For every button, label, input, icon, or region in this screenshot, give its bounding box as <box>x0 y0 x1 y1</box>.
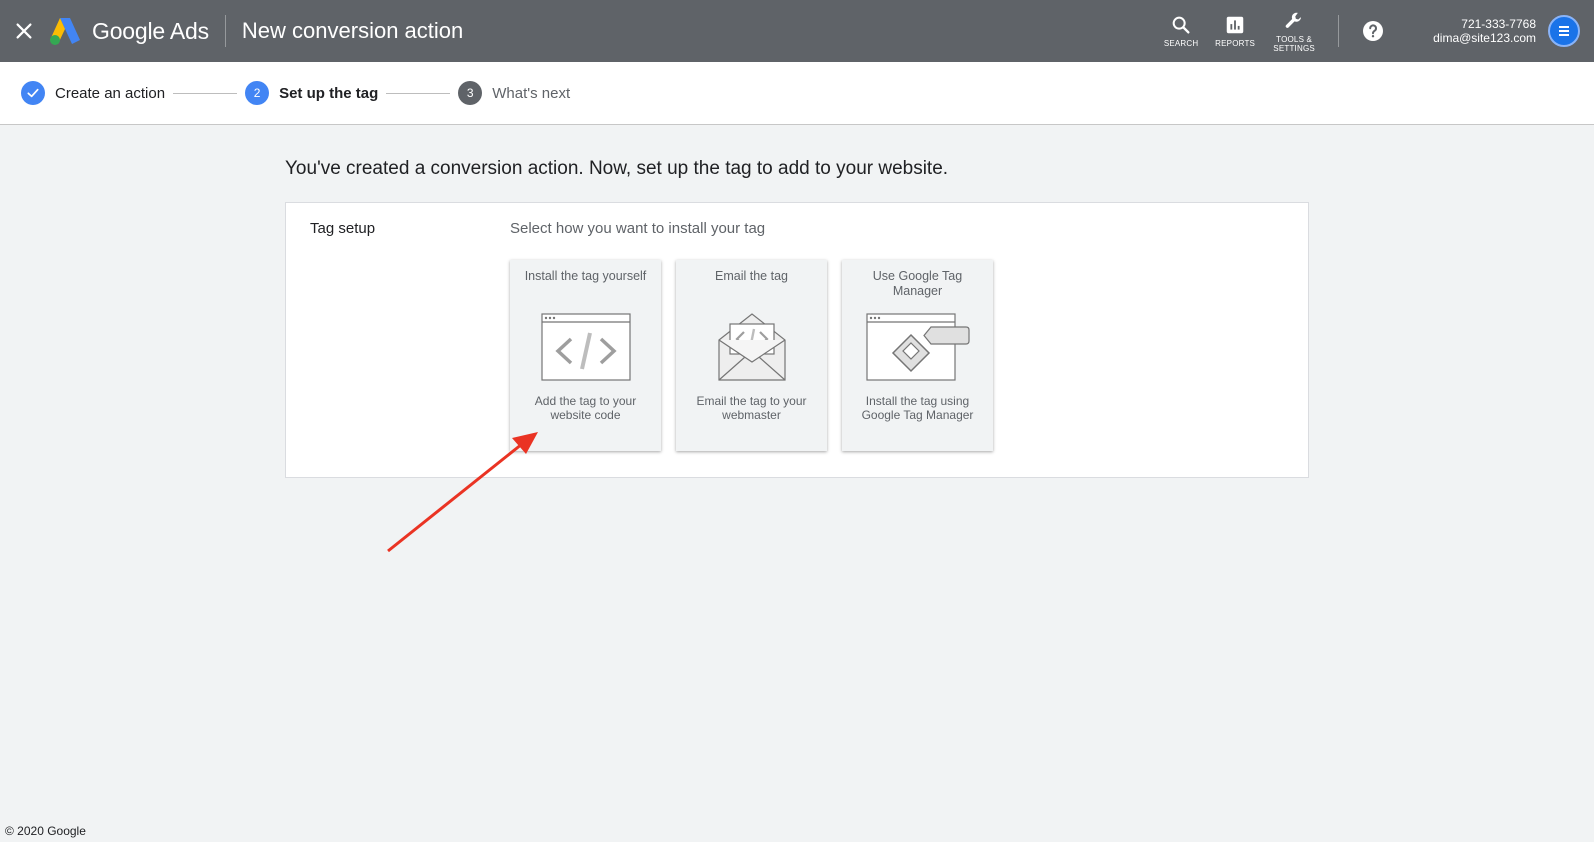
header-actions: SEARCH REPORTS TOOLS & SETTINGS 721-333-… <box>1154 0 1594 62</box>
reports-icon <box>1226 16 1244 34</box>
help-button[interactable] <box>1353 0 1393 62</box>
code-window-icon <box>540 313 631 381</box>
top-bar: Google Ads New conversion action SEARCH … <box>0 0 1594 62</box>
check-icon <box>21 81 45 105</box>
card-title: Use Google Tag Manager <box>872 269 963 298</box>
step-number: 2 <box>245 81 270 105</box>
search-button[interactable]: SEARCH <box>1154 0 1208 62</box>
install-options: Install the tag yourself Add the tag to … <box>510 260 1008 451</box>
tag-manager-card[interactable]: Use Google Tag Manager Install the tag u… <box>842 260 993 451</box>
avatar[interactable] <box>1548 15 1580 47</box>
card-description: Install the tag using Google Tag Manager <box>861 394 974 422</box>
email-tag-card[interactable]: Email the tag Email the tag to your webm… <box>676 260 827 451</box>
brand-name: Google Ads <box>92 17 209 44</box>
card-title: Install the tag yourself <box>524 269 647 283</box>
tools-settings-button[interactable]: TOOLS & SETTINGS <box>1262 0 1326 62</box>
step-whats-next[interactable]: 3 What's next <box>458 81 570 105</box>
close-icon <box>16 23 32 39</box>
card-description: Email the tag to your webmaster <box>696 394 807 422</box>
account-email: dima@site123.com <box>1433 31 1536 45</box>
help-icon <box>1363 21 1384 41</box>
stepper: Create an action 2 Set up the tag 3 What… <box>0 62 1594 125</box>
header-divider <box>224 15 226 47</box>
step-create-action[interactable]: Create an action <box>21 81 165 105</box>
google-ads-logo-icon <box>50 18 80 45</box>
card-title: Email the tag <box>715 269 788 283</box>
tag-setup-label: Tag setup <box>310 220 376 237</box>
search-label: SEARCH <box>1163 39 1199 48</box>
wrench-icon <box>1285 12 1302 28</box>
tag-manager-icon <box>865 313 970 381</box>
tools-settings-label: TOOLS & SETTINGS <box>1273 34 1315 53</box>
account-phone: 721-333-7768 <box>1461 17 1536 31</box>
card-description: Add the tag to your website code <box>534 394 637 422</box>
step-connector <box>173 92 238 94</box>
footer-copyright: © 2020 Google <box>5 824 86 838</box>
search-icon <box>1172 16 1190 34</box>
google-ads-logo[interactable]: Google Ads <box>48 16 209 46</box>
site123-logo-icon <box>1559 26 1569 36</box>
reports-button[interactable]: REPORTS <box>1208 0 1262 62</box>
account-info[interactable]: 721-333-7768 dima@site123.com <box>1433 17 1536 45</box>
annotation-arrow-icon <box>387 432 538 553</box>
step-label: What's next <box>492 84 571 102</box>
step-label: Set up the tag <box>279 84 379 102</box>
step-label: Create an action <box>55 84 166 102</box>
step-connector <box>386 92 451 94</box>
step-number: 3 <box>458 81 483 105</box>
reports-label: REPORTS <box>1215 39 1256 48</box>
step-set-up-tag[interactable]: 2 Set up the tag <box>245 81 378 105</box>
page-title: New conversion action <box>241 18 464 43</box>
close-button[interactable] <box>0 0 48 62</box>
page-heading: You've created a conversion action. Now,… <box>285 158 949 179</box>
install-yourself-card[interactable]: Install the tag yourself Add the tag to … <box>510 260 661 451</box>
email-code-icon <box>717 313 786 381</box>
actions-divider <box>1338 15 1340 47</box>
tag-setup-hint: Select how you want to install your tag <box>510 220 766 237</box>
